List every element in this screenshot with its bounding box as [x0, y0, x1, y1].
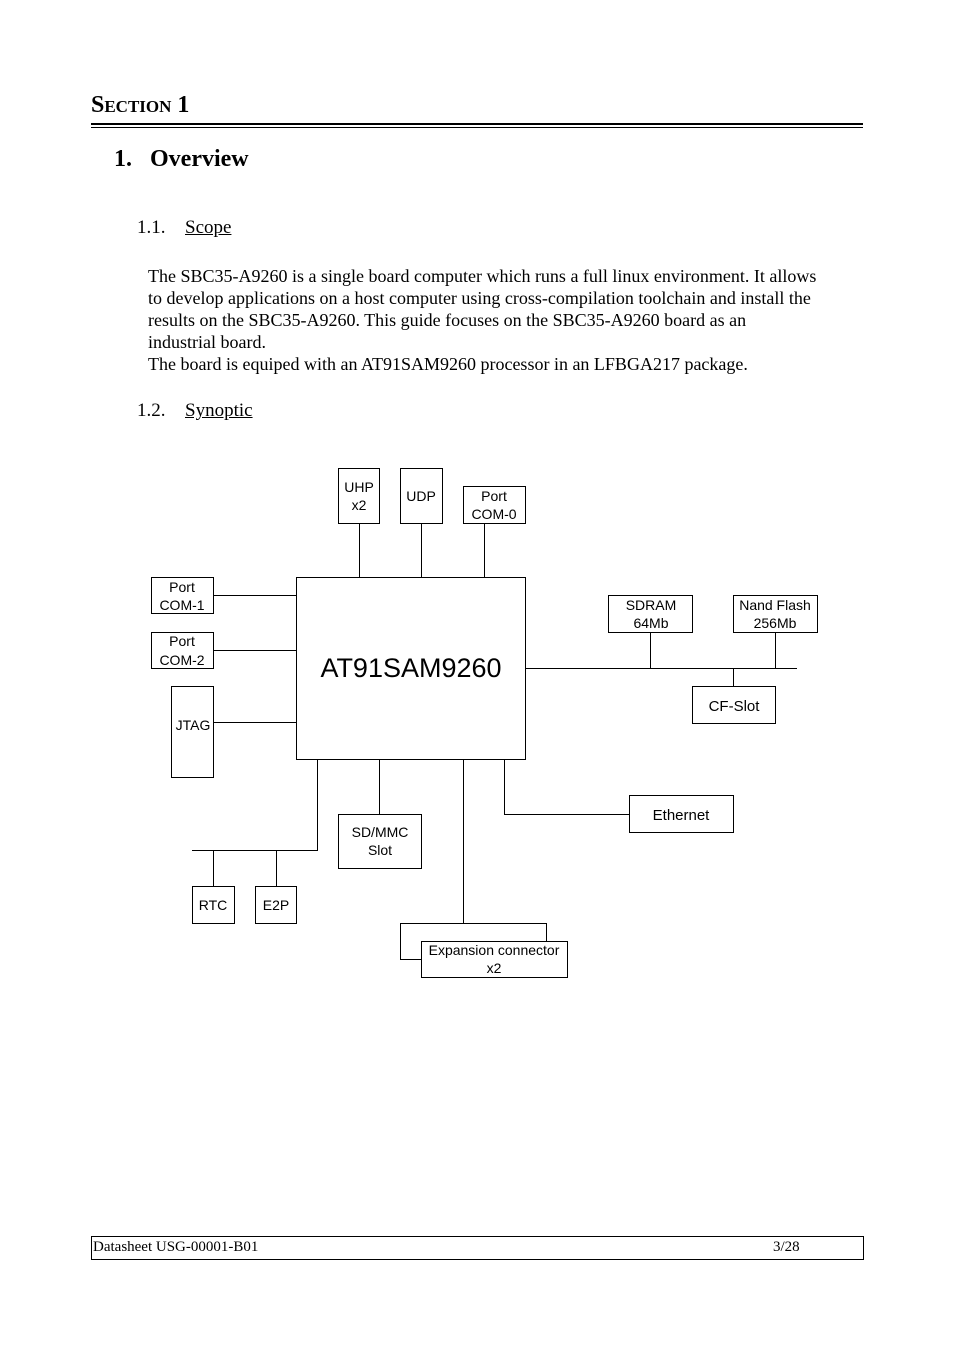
block-udp: UDP: [400, 468, 443, 524]
footer-page-number: 3/28: [773, 1239, 800, 1255]
block-label: RTC: [199, 897, 228, 913]
block-label: COM-2: [159, 652, 204, 668]
block-label: CF-Slot: [709, 698, 761, 715]
block-label: x2: [352, 497, 367, 513]
block-com1: Port COM-1: [151, 577, 214, 614]
block-jtag: JTAG: [171, 686, 214, 778]
block-label: Ethernet: [653, 807, 711, 824]
block-label: Nand Flash: [739, 597, 811, 613]
block-expansion-connector: Expansion connector x2: [421, 941, 568, 978]
cpu-label: AT91SAM9260: [320, 653, 501, 683]
block-com0: Port COM-0: [463, 486, 526, 524]
block-label: Expansion connector: [429, 942, 560, 958]
block-label: Port: [169, 633, 195, 649]
block-rtc: RTC: [192, 886, 235, 924]
block-label: UDP: [406, 488, 436, 504]
block-uhp: UHP x2: [338, 468, 380, 524]
block-label: E2P: [263, 897, 289, 913]
block-label: Port: [169, 579, 195, 595]
block-label: JTAG: [176, 717, 211, 733]
block-label: Port: [481, 488, 507, 504]
block-nand-flash: Nand Flash 256Mb: [733, 595, 818, 633]
block-label: Slot: [368, 842, 392, 858]
block-label: 64Mb: [633, 615, 668, 631]
block-label: 256Mb: [754, 615, 797, 631]
block-label: SD/MMC: [352, 824, 409, 840]
block-label: COM-1: [159, 597, 204, 613]
block-label: SDRAM: [626, 597, 677, 613]
line-ethernet: [504, 759, 629, 815]
synoptic-diagram: AT91SAM9260 UHP x2 UDP Port COM-0 Port C…: [151, 468, 818, 978]
block-e2p: E2P: [255, 886, 297, 924]
footer-document-id: Datasheet USG-00001-B01: [93, 1239, 259, 1255]
block-cf-slot: CF-Slot: [692, 686, 776, 724]
cpu-block: AT91SAM9260: [296, 577, 526, 760]
block-sd-mmc: SD/MMC Slot: [338, 814, 422, 869]
block-label: x2: [487, 960, 502, 976]
block-label: COM-0: [471, 506, 516, 522]
page-footer: Datasheet USG-00001-B01 3/28: [91, 1236, 864, 1260]
block-ethernet: Ethernet: [629, 795, 734, 833]
block-com2: Port COM-2: [151, 632, 214, 669]
block-label: UHP: [344, 479, 374, 495]
block-sdram: SDRAM 64Mb: [608, 595, 693, 633]
